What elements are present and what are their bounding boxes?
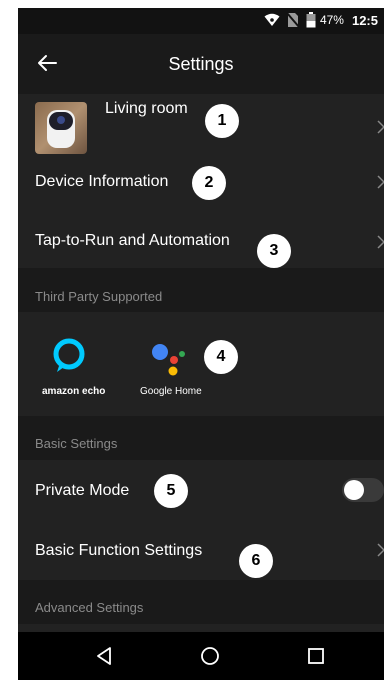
device-row[interactable]: Living room 1	[18, 94, 384, 160]
callout-badge: 6	[239, 544, 273, 578]
battery-icon	[306, 12, 316, 28]
home-circle-icon[interactable]	[198, 644, 222, 668]
phone-screen: 47% 12:5 Settings Living room 1 Device I…	[18, 8, 384, 680]
device-thumbnail	[35, 102, 87, 154]
callout-badge: 2	[192, 166, 226, 200]
page-title: Settings	[168, 54, 234, 74]
navigation-bar	[18, 632, 384, 680]
status-bar: 47% 12:5	[18, 8, 384, 34]
tap-to-run-row[interactable]: Tap-to-Run and Automation 3	[18, 218, 384, 268]
chevron-right-icon	[377, 120, 384, 134]
callout-badge: 3	[257, 234, 291, 268]
private-mode-toggle[interactable]	[342, 478, 384, 502]
amazon-echo-label: amazon echo	[42, 386, 106, 397]
amazon-echo-partner[interactable]: amazon echo	[38, 334, 108, 404]
header: Settings	[18, 34, 384, 94]
advanced-settings-section-header: Advanced Settings	[18, 580, 384, 624]
private-mode-row: Private Mode 5	[18, 460, 384, 520]
back-triangle-icon[interactable]	[92, 644, 116, 668]
toggle-knob	[344, 480, 364, 500]
basic-function-settings-label: Basic Function Settings	[35, 542, 203, 559]
callout-badge: 5	[154, 474, 188, 508]
status-icons: 47% 12:5	[264, 12, 378, 28]
battery-percentage: 47%	[319, 13, 344, 27]
basic-function-settings-row[interactable]: Basic Function Settings 6	[18, 520, 384, 580]
advanced-settings-row[interactable]	[18, 624, 384, 632]
tap-to-run-label: Tap-to-Run and Automation	[35, 232, 230, 249]
alexa-icon	[53, 338, 85, 372]
callout-badge: 4	[204, 340, 238, 374]
wifi-icon	[264, 13, 280, 26]
no-sim-icon	[286, 12, 300, 28]
google-assistant-icon	[152, 344, 185, 376]
callout-badge: 1	[205, 104, 239, 138]
private-mode-label: Private Mode	[35, 482, 130, 499]
device-name: Living room	[105, 100, 188, 117]
chevron-right-icon	[377, 543, 384, 557]
basic-settings-section-header: Basic Settings	[18, 416, 384, 460]
google-home-partner[interactable]: Google Home	[138, 334, 218, 404]
device-information-label: Device Information	[35, 173, 169, 190]
third-party-section-header: Third Party Supported	[18, 268, 384, 312]
section-title: Advanced Settings	[35, 600, 144, 615]
third-party-row: amazon echo Google Home 4	[18, 312, 384, 416]
section-title: Third Party Supported	[35, 289, 163, 304]
device-information-row[interactable]: Device Information 2	[18, 160, 384, 218]
section-title: Basic Settings	[35, 436, 118, 451]
chevron-right-icon	[377, 175, 384, 189]
chevron-right-icon	[377, 235, 384, 249]
status-time: 12:5	[351, 12, 378, 28]
recents-square-icon[interactable]	[304, 644, 328, 668]
google-home-label: Google Home	[140, 386, 202, 397]
